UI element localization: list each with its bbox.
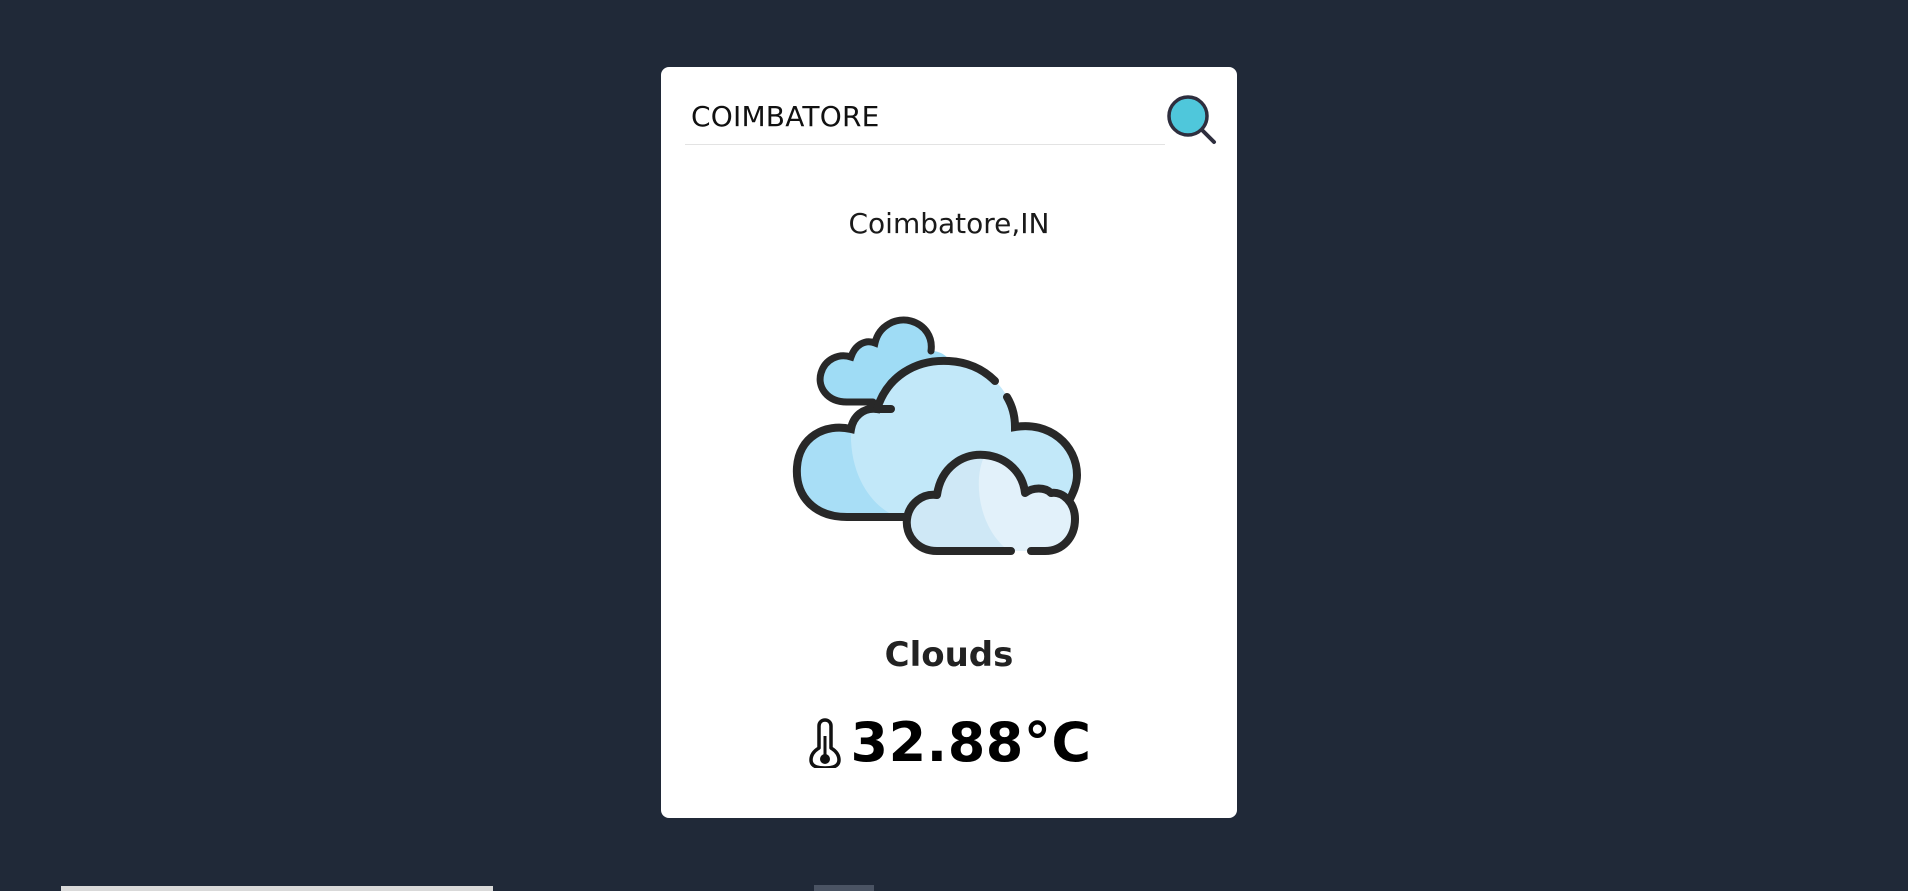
thermometer-icon	[808, 717, 841, 768]
weather-card: Coimbatore,IN Clouds 32.88°C	[661, 67, 1237, 818]
scroll-handle[interactable]	[814, 885, 874, 891]
temperature-row: 32.88°C	[661, 711, 1237, 774]
weather-condition: Clouds	[884, 635, 1014, 675]
location-label: Coimbatore,IN	[848, 207, 1050, 240]
city-search-input[interactable]	[685, 89, 1165, 145]
search-icon	[1167, 95, 1216, 144]
temperature-value: 32.88°C	[850, 711, 1092, 774]
search-bar	[685, 89, 1216, 151]
search-button[interactable]	[1164, 93, 1220, 149]
horizontal-scrollbar[interactable]	[61, 886, 493, 891]
clouds-icon	[792, 316, 1082, 555]
